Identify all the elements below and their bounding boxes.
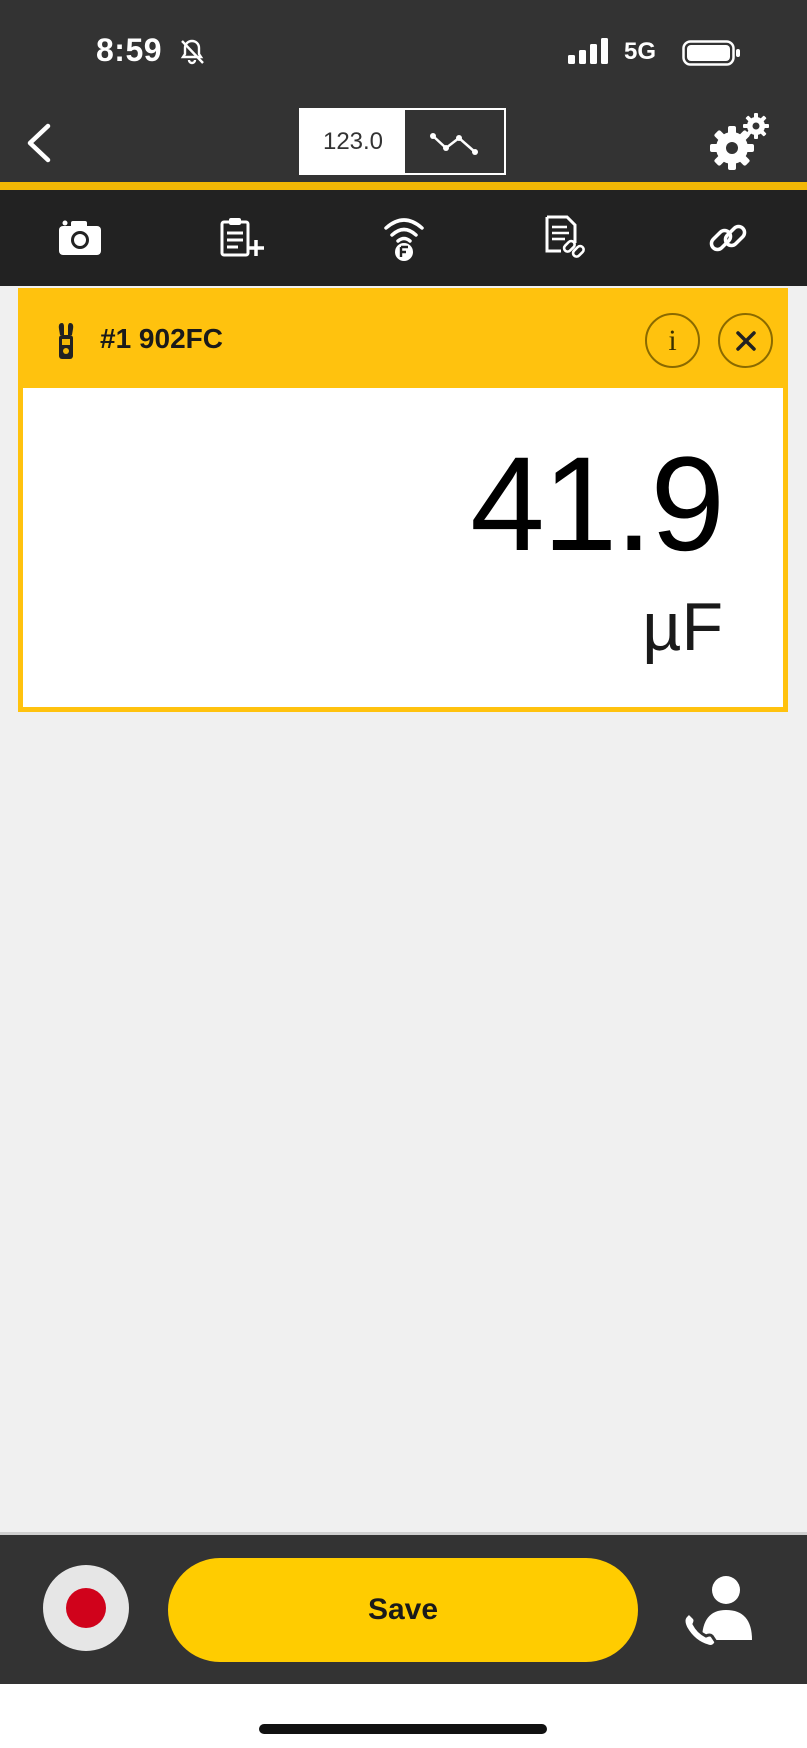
meter-name: #1 902FC	[100, 323, 223, 354]
graph-view-button[interactable]	[405, 110, 504, 173]
meter-card: #1 902FC i 41.9 µF	[18, 288, 788, 712]
reading-unit: µF	[642, 589, 723, 665]
home-indicator-area	[0, 1684, 807, 1748]
clamp-meter-icon	[57, 321, 75, 366]
gears-icon	[710, 113, 769, 170]
view-toggle: 123.0	[299, 108, 506, 175]
nav-bar: 123.0	[0, 102, 807, 182]
status-bar: 8:59 5G	[0, 0, 807, 102]
numeric-view-button[interactable]: 123.0	[301, 110, 405, 173]
add-note-button[interactable]	[214, 210, 270, 266]
report-link-button[interactable]	[538, 210, 594, 266]
record-icon	[66, 1588, 106, 1628]
support-button[interactable]	[680, 1570, 760, 1650]
meter-reading-panel: 41.9 µF	[23, 388, 783, 707]
toolbar	[0, 190, 807, 286]
record-button[interactable]	[43, 1565, 129, 1651]
close-icon	[735, 330, 756, 351]
trend-line-icon	[429, 132, 478, 155]
info-button[interactable]: i	[645, 313, 700, 368]
close-button[interactable]	[718, 313, 773, 368]
support-call-icon	[682, 1576, 752, 1648]
wireless-connect-icon	[384, 218, 424, 261]
save-button[interactable]: Save	[168, 1558, 638, 1662]
signal-icon	[568, 38, 610, 69]
link-icon	[709, 224, 747, 252]
accent-line	[0, 182, 807, 190]
link-button[interactable]	[700, 210, 756, 266]
reading-value: 41.9	[470, 430, 725, 579]
network-type: 5G	[624, 38, 657, 65]
chevron-left-icon	[27, 123, 51, 163]
bell-slash-icon	[178, 38, 206, 71]
settings-button[interactable]	[708, 110, 772, 174]
camera-icon	[59, 220, 101, 255]
camera-button[interactable]	[52, 210, 108, 266]
battery-icon	[682, 40, 742, 71]
info-icon: i	[668, 323, 677, 357]
bottom-bar: Save	[0, 1532, 807, 1684]
wireless-connect-button[interactable]	[376, 210, 432, 266]
status-time: 8:59	[96, 32, 163, 68]
back-button[interactable]	[20, 120, 60, 166]
clipboard-add-icon	[220, 218, 264, 257]
meter-header: #1 902FC i	[23, 293, 783, 388]
document-link-icon	[545, 215, 585, 258]
home-indicator[interactable]	[259, 1724, 547, 1734]
